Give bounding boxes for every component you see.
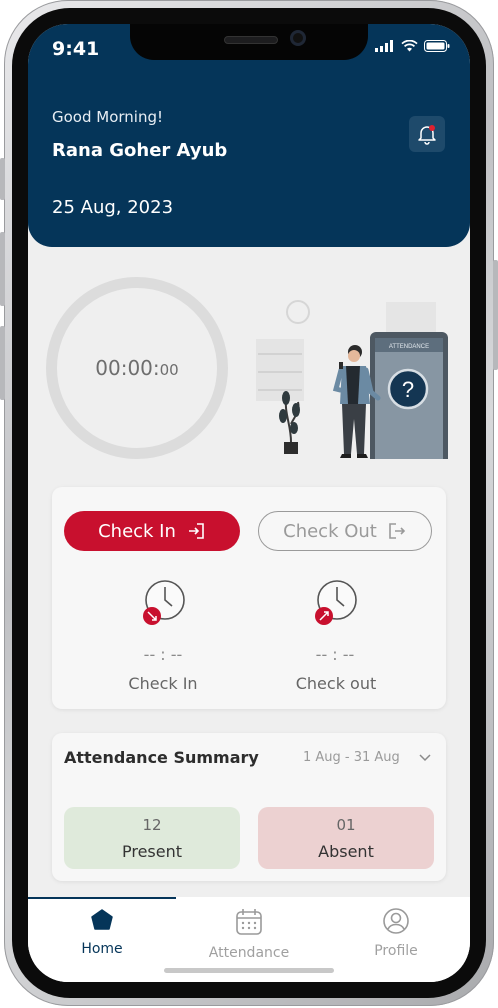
- illustration-phone-header: ATTENDANCE: [389, 344, 429, 350]
- check-in-button[interactable]: Check In: [64, 511, 240, 551]
- check-card: Check In Check Out -- : -- --: -- Check…: [52, 487, 446, 709]
- side-button-volume-down: [0, 326, 5, 400]
- work-timer: 00:00:00: [46, 277, 228, 459]
- user-name: Rana Goher Ayub: [52, 140, 228, 161]
- sign-out-icon: [389, 523, 405, 539]
- front-camera: [290, 30, 306, 46]
- attendance-summary-card: Attendance Summary 1 Aug - 31 Aug 12 Pre…: [52, 733, 446, 881]
- tab-home-label: Home: [81, 941, 123, 957]
- check-in-button-label: Check In: [98, 520, 176, 542]
- sign-in-icon: [188, 523, 204, 539]
- absent-count: 01: [336, 815, 356, 834]
- present-count: 12: [142, 815, 162, 834]
- check-in-caption: Check In: [128, 674, 198, 693]
- check-out-time: -- : --: [315, 645, 355, 664]
- present-label: Present: [121, 841, 183, 861]
- attendance-illustration: ATTENDANCE ?: [256, 300, 448, 459]
- tab-attendance[interactable]: Attendance: [175, 907, 323, 961]
- signal-icon: [375, 40, 393, 52]
- wifi-icon: [401, 40, 418, 52]
- present-stat: 12 Present: [64, 807, 240, 869]
- side-button-volume-up: [0, 232, 5, 306]
- check-out-button[interactable]: Check Out: [258, 511, 432, 551]
- status-icons: [375, 40, 450, 52]
- timer-display: 00:00:00: [95, 356, 178, 380]
- side-button-power: [493, 260, 498, 370]
- check-out-clock-icon: [315, 580, 357, 625]
- side-button-mute: [0, 158, 5, 200]
- notch: [130, 24, 368, 60]
- speaker: [224, 36, 278, 44]
- check-out-caption: Check out: [295, 674, 377, 693]
- question-mark: ?: [402, 377, 414, 402]
- absent-stat: 01 Absent: [258, 807, 434, 869]
- battery-icon: [424, 40, 450, 52]
- bell-icon: [418, 125, 436, 145]
- check-in-clock-icon: [143, 580, 185, 625]
- summary-date-range[interactable]: 1 Aug - 31 Aug: [303, 750, 400, 765]
- tab-attendance-label: Attendance: [208, 945, 290, 961]
- status-time: 9:41: [52, 38, 100, 60]
- timer-main: 00:00:: [95, 356, 160, 380]
- profile-icon: [383, 908, 409, 934]
- greeting-text: Good Morning!: [52, 108, 164, 126]
- home-icon: [91, 909, 113, 930]
- absent-label: Absent: [318, 841, 374, 861]
- app-screen: 9:41 Good Morning! Rana Goher Ayub 25 Au…: [28, 24, 470, 982]
- check-out-button-label: Check Out: [283, 520, 377, 542]
- chevron-down-icon[interactable]: [418, 750, 432, 764]
- calendar-icon: [236, 909, 262, 935]
- tab-profile-label: Profile: [374, 943, 418, 959]
- tab-home[interactable]: Home: [28, 907, 176, 957]
- current-date: 25 Aug, 2023: [52, 197, 174, 218]
- home-indicator: [164, 968, 334, 973]
- tab-profile[interactable]: Profile: [322, 907, 470, 959]
- active-tab-indicator: [28, 897, 176, 899]
- timer-seconds: 00: [159, 361, 179, 379]
- summary-title: Attendance Summary: [64, 748, 259, 767]
- notification-button[interactable]: [409, 116, 445, 152]
- check-in-time: -- : --: [143, 645, 183, 664]
